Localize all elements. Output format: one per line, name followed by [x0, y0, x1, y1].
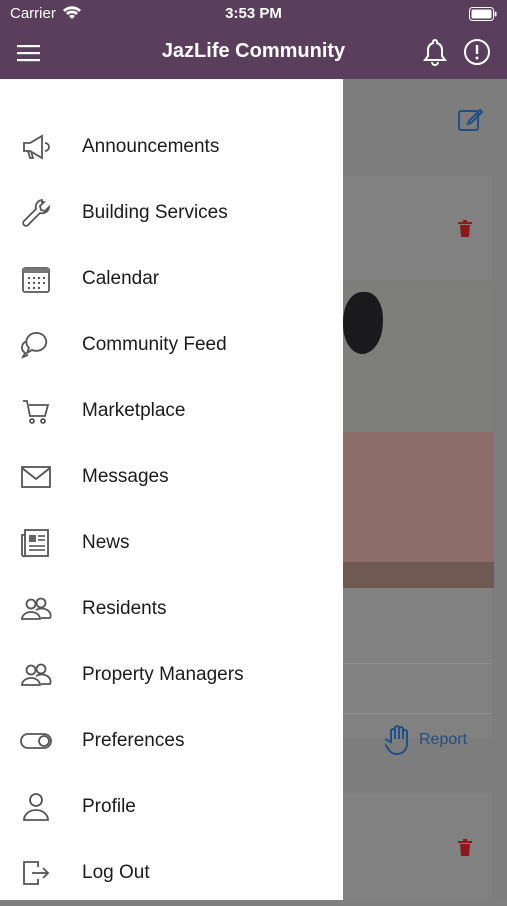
- cart-icon: [23, 400, 50, 424]
- feed-photo: [343, 282, 494, 588]
- menu-item-residents[interactable]: Residents: [0, 576, 343, 642]
- menu-item-marketplace[interactable]: Marketplace: [0, 378, 343, 444]
- menu-item-announcements[interactable]: Announcements: [0, 114, 343, 180]
- menu-item-label: Announcements: [82, 136, 220, 157]
- newspaper-icon: [21, 529, 49, 558]
- background-feed: Report: [343, 79, 507, 900]
- alert-info-icon[interactable]: [463, 38, 491, 66]
- hamburger-menu-icon[interactable]: [16, 40, 42, 66]
- report-button: Report: [385, 724, 467, 756]
- wrench-icon: [22, 199, 51, 227]
- menu-item-property-managers[interactable]: Property Managers: [0, 642, 343, 708]
- battery-icon: [469, 7, 497, 21]
- envelope-icon: [21, 466, 51, 488]
- menu-item-label: Community Feed: [82, 334, 227, 355]
- menu-item-building-services[interactable]: Building Services: [0, 180, 343, 246]
- trash-icon: [458, 220, 472, 237]
- people-icon: [21, 663, 52, 686]
- menu-item-label: News: [82, 532, 130, 553]
- notifications-bell-icon[interactable]: [421, 37, 449, 67]
- menu-item-label: Building Services: [82, 202, 228, 223]
- nav-bar: JazLife Community: [0, 28, 507, 79]
- menu-item-messages[interactable]: Messages: [0, 444, 343, 510]
- compose-edit-icon: [458, 108, 484, 131]
- calendar-icon: [22, 267, 50, 293]
- person-icon: [23, 793, 49, 821]
- menu-item-profile[interactable]: Profile: [0, 774, 343, 840]
- feed-card: [343, 176, 492, 280]
- chat-bubbles-icon: [21, 332, 48, 359]
- menu-item-community-feed[interactable]: Community Feed: [0, 312, 343, 378]
- menu-item-label: Messages: [82, 466, 169, 487]
- feed-card-footer: [343, 588, 492, 738]
- menu-item-log-out[interactable]: Log Out: [0, 840, 343, 906]
- people-icon: [21, 597, 52, 620]
- hand-icon: [385, 725, 408, 755]
- menu-item-label: Residents: [82, 598, 167, 619]
- top-bar: Carrier 3:53 PM JazLife Community: [0, 0, 507, 79]
- toggle-icon: [20, 733, 52, 749]
- menu-item-label: Log Out: [82, 862, 150, 883]
- logout-icon: [23, 861, 50, 885]
- trash-icon: [458, 839, 472, 856]
- megaphone-icon: [23, 134, 50, 160]
- menu-item-calendar[interactable]: Calendar: [0, 246, 343, 312]
- menu-item-label: Profile: [82, 796, 136, 817]
- menu-item-preferences[interactable]: Preferences: [0, 708, 343, 774]
- side-drawer-menu: Announcements Building Services Calendar…: [0, 79, 343, 900]
- menu-item-label: Preferences: [82, 730, 185, 751]
- status-bar: Carrier 3:53 PM: [0, 0, 507, 28]
- feed-card: [343, 793, 492, 900]
- menu-item-label: Property Managers: [82, 664, 244, 685]
- report-label: Report: [419, 731, 468, 748]
- menu-item-label: Marketplace: [82, 400, 186, 421]
- menu-item-news[interactable]: News: [0, 510, 343, 576]
- menu-item-label: Calendar: [82, 268, 160, 289]
- status-time: 3:53 PM: [225, 5, 282, 22]
